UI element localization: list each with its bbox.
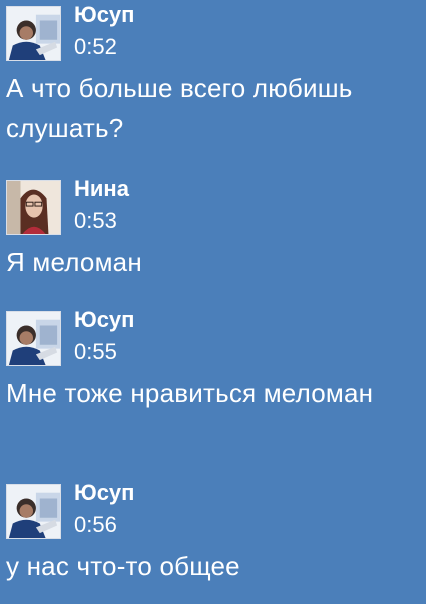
avatar-female-icon[interactable] bbox=[6, 180, 61, 235]
message-time: 0:56 bbox=[74, 512, 117, 537]
message-item: Юсуп 0:55 Мне тоже нравиться меломан bbox=[0, 305, 426, 408]
message-time: 0:52 bbox=[74, 34, 117, 59]
message-header: Нина 0:53 bbox=[0, 174, 426, 235]
male-avatar-icon bbox=[7, 485, 60, 538]
author-name[interactable]: Юсуп bbox=[74, 307, 134, 333]
message-item: Юсуп 0:56 у нас что-то общее bbox=[0, 478, 426, 581]
male-avatar-icon bbox=[7, 312, 60, 365]
author-name[interactable]: Нина bbox=[74, 176, 129, 202]
message-time: 0:55 bbox=[74, 339, 117, 364]
message-text: Я меломан bbox=[6, 247, 142, 277]
male-avatar-icon bbox=[7, 7, 60, 60]
message-header: Юсуп 0:56 bbox=[0, 478, 426, 539]
avatar-male-icon[interactable] bbox=[6, 311, 61, 366]
avatar-male-icon[interactable] bbox=[6, 484, 61, 539]
message-item: Юсуп 0:52 А что больше всего любишь слуш… bbox=[0, 0, 426, 143]
female-avatar-icon bbox=[7, 181, 60, 234]
author-name[interactable]: Юсуп bbox=[74, 480, 134, 506]
message-item: Нина 0:53 Я меломан bbox=[0, 174, 426, 277]
message-header: Юсуп 0:55 bbox=[0, 305, 426, 366]
message-text: А что больше всего любишь слушать? bbox=[6, 73, 353, 143]
message-time: 0:53 bbox=[74, 208, 117, 233]
author-name[interactable]: Юсуп bbox=[74, 2, 134, 28]
avatar-male-icon[interactable] bbox=[6, 6, 61, 61]
message-text: Мне тоже нравиться меломан bbox=[6, 378, 374, 408]
chat-thread: Юсуп 0:52 А что больше всего любишь слуш… bbox=[0, 0, 426, 604]
message-header: Юсуп 0:52 bbox=[0, 0, 426, 61]
message-text: у нас что-то общее bbox=[6, 551, 240, 581]
